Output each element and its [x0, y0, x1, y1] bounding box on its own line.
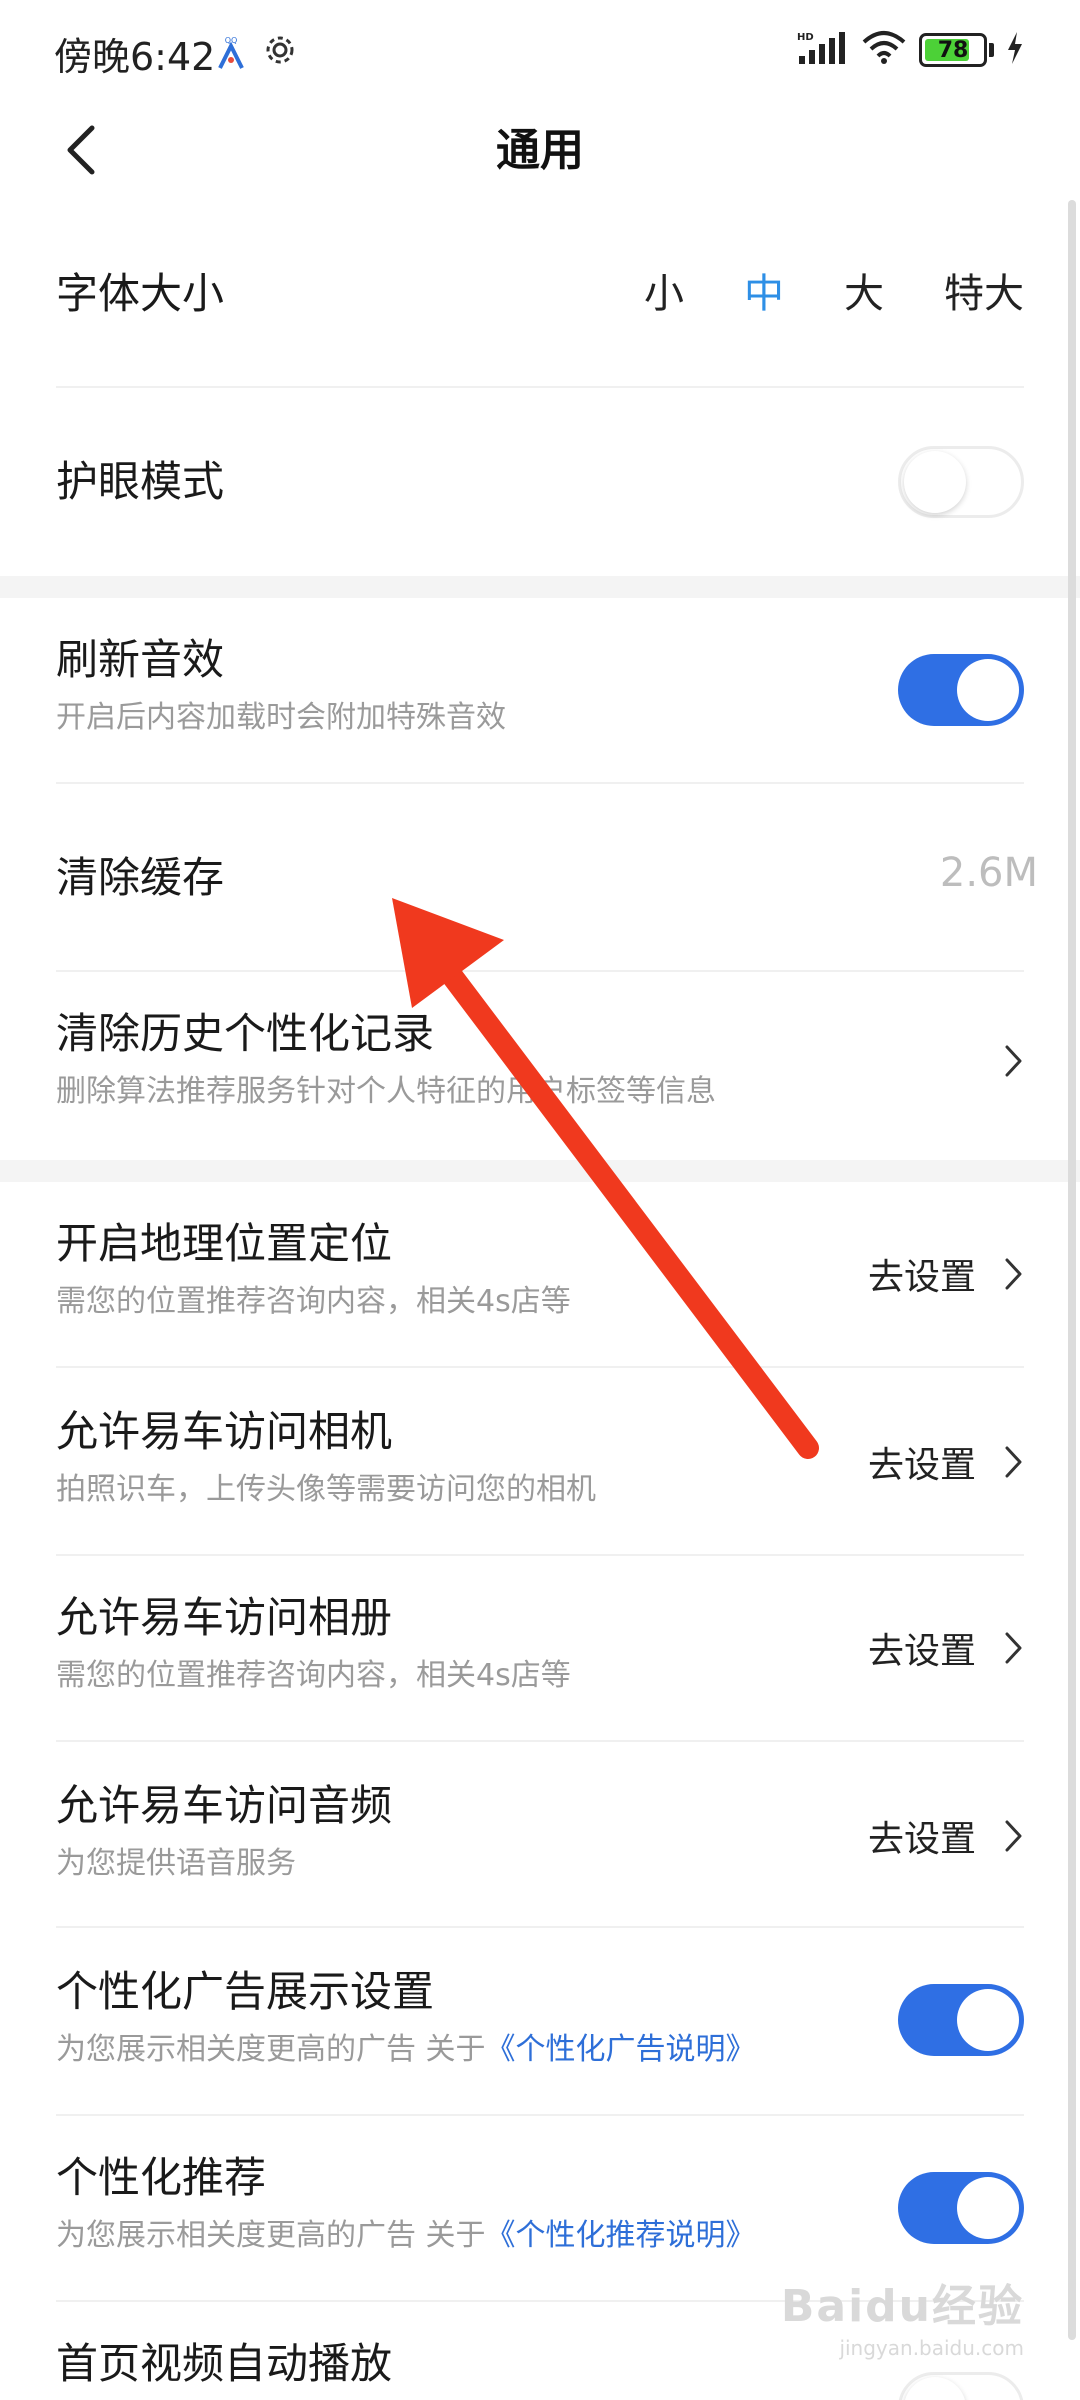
- refresh-sound-label: 刷新音效: [56, 635, 225, 684]
- battery-level: 78: [937, 37, 969, 63]
- personalized-rec-label: 个性化推荐: [56, 2153, 267, 2202]
- status-bar: 傍晚6:42 QQ HD 78: [0, 0, 1080, 100]
- personalized-ads-link[interactable]: 《个性化广告说明》: [486, 2032, 756, 2067]
- permission-album-row[interactable]: 允许易车访问相册 需您的位置推荐咨询内容，相关4s店等 去设置: [56, 1590, 1024, 1700]
- section-gap: [0, 1160, 1080, 1182]
- eye-mode-label: 护眼模式: [56, 457, 225, 506]
- personalized-ads-toggle[interactable]: [898, 1984, 1024, 2056]
- permission-camera-row[interactable]: 允许易车访问相机 拍照识车，上传头像等需要访问您的相机 去设置: [56, 1404, 1024, 1514]
- signal-icon: HD: [795, 30, 849, 70]
- permission-audio-row[interactable]: 允许易车访问音频 为您提供语音服务 去设置: [56, 1778, 1024, 1888]
- font-size-options: 小 中 大 特大: [584, 266, 1024, 322]
- settings-gear-icon: [264, 34, 296, 66]
- personalized-rec-toggle[interactable]: [898, 2172, 1024, 2244]
- chevron-right-icon: [1005, 1632, 1022, 1664]
- font-size-extra-large[interactable]: 特大: [944, 266, 1024, 322]
- watermark: Baidu经验 jingyan.baidu.com: [781, 2270, 1024, 2360]
- personalized-rec-link[interactable]: 《个性化推荐说明》: [486, 2218, 756, 2253]
- font-size-medium[interactable]: 中: [744, 266, 784, 322]
- go-settings-text: 去设置: [867, 1445, 976, 1486]
- scrollbar[interactable]: [1068, 200, 1076, 2340]
- eye-mode-row: 护眼模式: [56, 446, 1024, 518]
- divider: [56, 1740, 1024, 1742]
- font-size-large[interactable]: 大: [844, 266, 884, 322]
- go-settings-text: 去设置: [867, 1631, 976, 1672]
- refresh-sound-toggle[interactable]: [898, 654, 1024, 726]
- nav-bar: 通用: [0, 100, 1080, 280]
- go-settings-text: 去设置: [867, 1819, 976, 1860]
- cache-size-value: 2.6M: [939, 850, 1038, 896]
- clear-cache-row[interactable]: 清除缓存 2.6M: [56, 850, 1038, 906]
- clear-history-desc: 删除算法推荐服务针对个人特征的用户标签等信息: [56, 1074, 716, 1109]
- clear-cache-label: 清除缓存: [56, 853, 225, 902]
- clear-history-row[interactable]: 清除历史个性化记录 删除算法推荐服务针对个人特征的用户标签等信息: [56, 1006, 1024, 1116]
- permission-location-action[interactable]: 去设置: [868, 1248, 1024, 1300]
- chevron-right-icon: [1005, 1820, 1022, 1852]
- permission-album-action[interactable]: 去设置: [868, 1622, 1024, 1674]
- autoplay-toggle[interactable]: [898, 2372, 1024, 2400]
- wifi-icon: [861, 30, 907, 70]
- permission-camera-action[interactable]: 去设置: [868, 1436, 1024, 1488]
- clear-history-action: [1004, 1044, 1024, 1078]
- divider: [56, 1366, 1024, 1368]
- divider: [56, 386, 1024, 388]
- app-notification-icon: QQ: [214, 34, 248, 70]
- arrow-head: [392, 898, 504, 1008]
- font-size-small[interactable]: 小: [644, 266, 684, 322]
- divider: [56, 2114, 1024, 2116]
- svg-text:HD: HD: [797, 32, 814, 43]
- personalized-ads-label: 个性化广告展示设置: [56, 1967, 435, 2016]
- divider: [56, 1554, 1024, 1556]
- permission-audio-action[interactable]: 去设置: [868, 1810, 1024, 1862]
- permission-location-row[interactable]: 开启地理位置定位 需您的位置推荐咨询内容，相关4s店等 去设置: [56, 1216, 1024, 1326]
- status-time: 傍晚6:42: [54, 35, 216, 79]
- chevron-right-icon: [1005, 1446, 1022, 1478]
- personalized-ads-desc: 为您展示相关度更高的广告 关于《个性化广告说明》: [56, 2030, 1024, 2070]
- font-size-row: 字体大小 小 中 大 特大: [56, 266, 1024, 322]
- personalized-rec-desc-text: 为您展示相关度更高的广告 关于: [56, 2218, 486, 2253]
- refresh-sound-row: 刷新音效 开启后内容加载时会附加特殊音效: [56, 632, 1024, 742]
- chevron-right-icon: [1005, 1258, 1022, 1290]
- clear-history-label: 清除历史个性化记录: [56, 1009, 435, 1058]
- personalized-rec-row: 个性化推荐 为您展示相关度更高的广告 关于《个性化推荐说明》: [56, 2150, 1024, 2260]
- charging-icon: [1006, 32, 1024, 68]
- divider: [56, 782, 1024, 784]
- go-settings-text: 去设置: [867, 1257, 976, 1298]
- divider: [56, 1926, 1024, 1928]
- section-gap: [0, 576, 1080, 598]
- personalized-ads-row: 个性化广告展示设置 为您展示相关度更高的广告 关于《个性化广告说明》: [56, 1964, 1024, 2074]
- eye-mode-toggle[interactable]: [898, 446, 1024, 518]
- watermark-main: Baidu经验: [780, 2281, 1024, 2332]
- watermark-sub: jingyan.baidu.com: [839, 2336, 1024, 2360]
- personalized-rec-desc: 为您展示相关度更高的广告 关于《个性化推荐说明》: [56, 2216, 1024, 2256]
- battery-icon: 78: [919, 33, 987, 67]
- page-title: 通用: [496, 125, 584, 176]
- chevron-right-icon: [1005, 1045, 1022, 1077]
- status-indicators: HD 78: [795, 30, 1024, 70]
- refresh-sound-desc: 开启后内容加载时会附加特殊音效: [56, 700, 506, 735]
- divider: [56, 970, 1024, 972]
- personalized-ads-desc-text: 为您展示相关度更高的广告 关于: [56, 2032, 486, 2067]
